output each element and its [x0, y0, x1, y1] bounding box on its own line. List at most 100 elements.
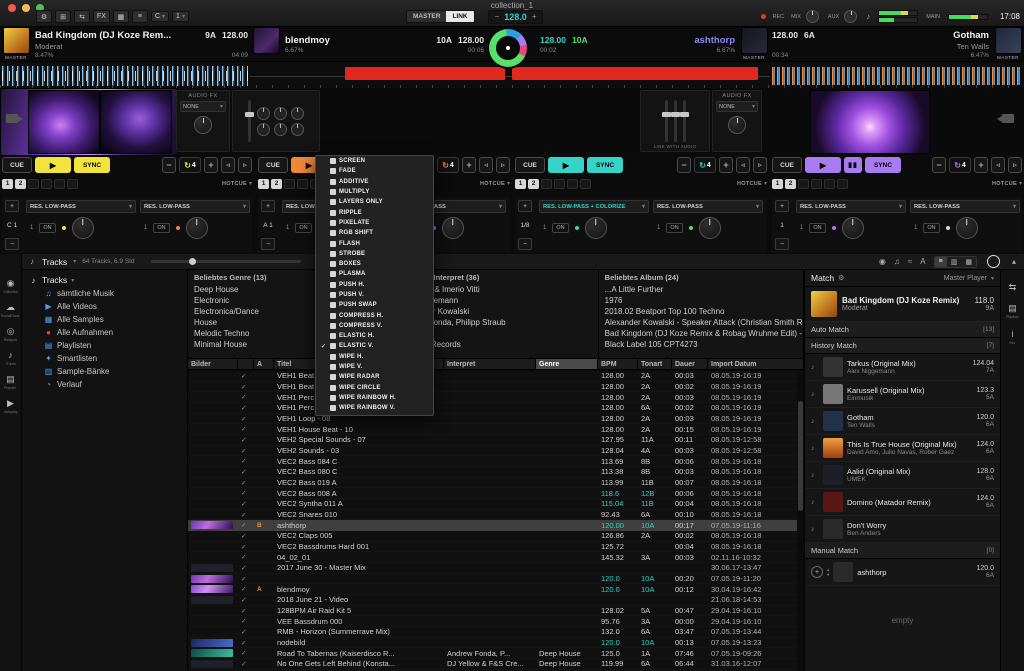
track-check[interactable]: ✓	[238, 511, 254, 519]
fx-knob[interactable]	[72, 217, 94, 239]
loop-double-button[interactable]: +	[462, 157, 476, 173]
sidebar-item[interactable]: ◔ Verlauf	[22, 378, 187, 391]
loop-region-a[interactable]	[345, 67, 505, 80]
track-check[interactable]: ✓	[238, 447, 254, 455]
loop-button[interactable]: ↻4	[694, 157, 716, 173]
fx-step-down[interactable]: −	[5, 238, 19, 250]
fx-on-button[interactable]: ON	[809, 223, 825, 233]
master-button[interactable]: MASTER	[407, 11, 446, 22]
track-check[interactable]: ✓	[238, 479, 254, 487]
hotcue-empty[interactable]	[297, 179, 308, 189]
source-rail-item[interactable]: ♪ iTunes	[0, 350, 22, 366]
hotcue-1[interactable]: 1	[258, 179, 269, 189]
fx-select[interactable]: RES. LOW-PASS▾	[796, 200, 906, 213]
menu-item[interactable]: RGB SHIFT	[316, 228, 433, 238]
deck-4-video-thumb[interactable]	[810, 90, 930, 154]
match-list-item[interactable]: ♪ Don't Worry Ben Anders	[805, 516, 1000, 543]
match-list-item[interactable]: ♪ This Is True House (Original Mix) Davi…	[805, 435, 1000, 462]
sync-button[interactable]: SYNC	[865, 157, 901, 173]
menu-item[interactable]: RIPPLE	[316, 207, 433, 217]
track-check[interactable]: ✓	[238, 660, 254, 668]
hotcue-empty[interactable]	[580, 179, 591, 189]
video-fader[interactable]	[665, 100, 668, 142]
hotcue-empty[interactable]	[41, 179, 52, 189]
table-row[interactable]: ✓ VEH1 Loop - 08 128.00 2A 00:03 08.05.1…	[188, 414, 797, 425]
tempo-plus-button[interactable]: +	[532, 12, 537, 21]
sync-button[interactable]: SYNC	[74, 157, 110, 173]
preview-scrubber[interactable]	[151, 260, 301, 263]
table-row[interactable]: ✓ 120.0 10A 00:20 07.05.19-11:20	[188, 574, 797, 585]
menu-item[interactable]: ADDITIVE	[316, 177, 433, 187]
fx-step-up[interactable]: +	[261, 200, 275, 212]
table-row[interactable]: ✓ VEH1 Beat - 01 128.00 2A 00:03 08.05.1…	[188, 371, 797, 382]
fx-knob[interactable]	[585, 217, 607, 239]
fx-icon[interactable]: FX	[93, 10, 110, 23]
track-check[interactable]: ✓	[238, 564, 254, 572]
eq-knob[interactable]	[257, 123, 270, 136]
track-check[interactable]: ✓	[238, 404, 254, 412]
fx-on-button[interactable]: ON	[153, 223, 169, 233]
fx-knob[interactable]	[442, 217, 464, 239]
fx-select[interactable]: RES. LOW-PASS▾	[910, 200, 1020, 213]
hotcue-2[interactable]: 2	[785, 179, 796, 189]
beatjump-back-button[interactable]: ◃	[736, 157, 750, 173]
table-row[interactable]: ✓ 04_02_01 145.32 3A 00:03 02.11.16-10:3…	[188, 552, 797, 563]
track-check[interactable]: ✓	[238, 607, 254, 615]
hotcue-empty[interactable]	[541, 179, 552, 189]
eq-knob[interactable]	[291, 123, 304, 136]
fx-on-button[interactable]: ON	[295, 223, 311, 233]
track-check[interactable]: ✓	[238, 425, 254, 433]
track-check[interactable]: ✓	[238, 500, 254, 508]
sidebar-item[interactable]: ▦ Alle Samples	[22, 313, 187, 326]
table-row[interactable]: ✓ VEH1 Beat - 02 128.00 2A 00:02 08.05.1…	[188, 382, 797, 393]
menu-item[interactable]: ✓ ELASTIC V.	[316, 341, 433, 351]
menu-item[interactable]: FADE	[316, 166, 433, 176]
match-list-item[interactable]: ♪ Aalid (Original Mix) UMEK 128.0 6A	[805, 462, 1000, 489]
play-button[interactable]: ▶	[805, 157, 841, 173]
loop-button[interactable]: ↻4	[179, 157, 201, 173]
menu-item[interactable]: FLASH	[316, 238, 433, 248]
fx-step-up[interactable]: +	[5, 200, 19, 212]
beatjump-back-button[interactable]: ◃	[479, 157, 493, 173]
table-row[interactable]: ✓ VEC2 Bass 080 C 113.38 8B 00:03 08.05.…	[188, 467, 797, 478]
hotcue-mode-label[interactable]: HOTCUE	[737, 181, 762, 187]
track-check[interactable]: ✓	[238, 532, 254, 540]
collection-title[interactable]: Tracks	[42, 257, 67, 267]
album-item[interactable]: ...A Little Further	[599, 284, 803, 295]
table-row[interactable]: ✓ VEH2 Special Sounds - 07 127.95 11A 00…	[188, 435, 797, 446]
album-item[interactable]: 2018.02 Beatport Top 100 Techno	[599, 306, 803, 317]
match-list-item[interactable]: ♪ Domino (Matador Remix) 124.0 6A	[805, 489, 1000, 516]
fx-step-down[interactable]: −	[518, 238, 532, 250]
fx-step-down[interactable]: −	[261, 238, 275, 250]
deck-4-bpm[interactable]: 128.00	[772, 30, 798, 40]
table-scrollbar[interactable]	[797, 371, 804, 671]
menu-item[interactable]: WIPE RAINBOW V.	[316, 403, 433, 413]
track-check[interactable]: ✓	[238, 628, 254, 636]
sidebar-item[interactable]: ▶ Alle Videos	[22, 300, 187, 313]
menu-item[interactable]: MULTIPLY	[316, 187, 433, 197]
link-button[interactable]: LINK	[446, 11, 473, 22]
camera-icon-right[interactable]	[1002, 114, 1014, 123]
table-row[interactable]: ✓ 2017 June 30 - Master Mix 30.06.17-13:…	[188, 563, 797, 574]
track-check[interactable]: ✓	[238, 393, 254, 401]
loop-double-button[interactable]: +	[204, 157, 218, 173]
hotcue-2[interactable]: 2	[528, 179, 539, 189]
track-check[interactable]: ✓	[238, 543, 254, 551]
track-check[interactable]: ✓	[238, 457, 254, 465]
right-rail-item[interactable]: ⇆	[1002, 282, 1024, 293]
fx-on-button[interactable]: ON	[552, 223, 568, 233]
table-header-cell[interactable]: A	[254, 359, 274, 369]
hotcue-empty[interactable]	[554, 179, 565, 189]
fx-knob[interactable]	[956, 217, 978, 239]
album-item[interactable]: Alexander Kowalski - Speaker Attack (Chr…	[599, 317, 803, 328]
loop-half-button[interactable]: −	[677, 157, 691, 173]
table-row[interactable]: ✓ VEH1 Perc - 06 128.00 6A 00:02 08.05.1…	[188, 403, 797, 414]
track-check[interactable]: ✓	[238, 649, 254, 657]
deck-2-video-thumb[interactable]	[100, 90, 172, 154]
record-icon[interactable]	[761, 14, 766, 19]
reorder-arrows-icon[interactable]: ▴▾	[827, 567, 829, 577]
menu-item[interactable]: SCREEN	[316, 156, 433, 166]
view-button[interactable]: ▥	[947, 257, 962, 267]
video-fader[interactable]	[683, 100, 686, 142]
fx-step-down[interactable]: −	[775, 238, 789, 250]
